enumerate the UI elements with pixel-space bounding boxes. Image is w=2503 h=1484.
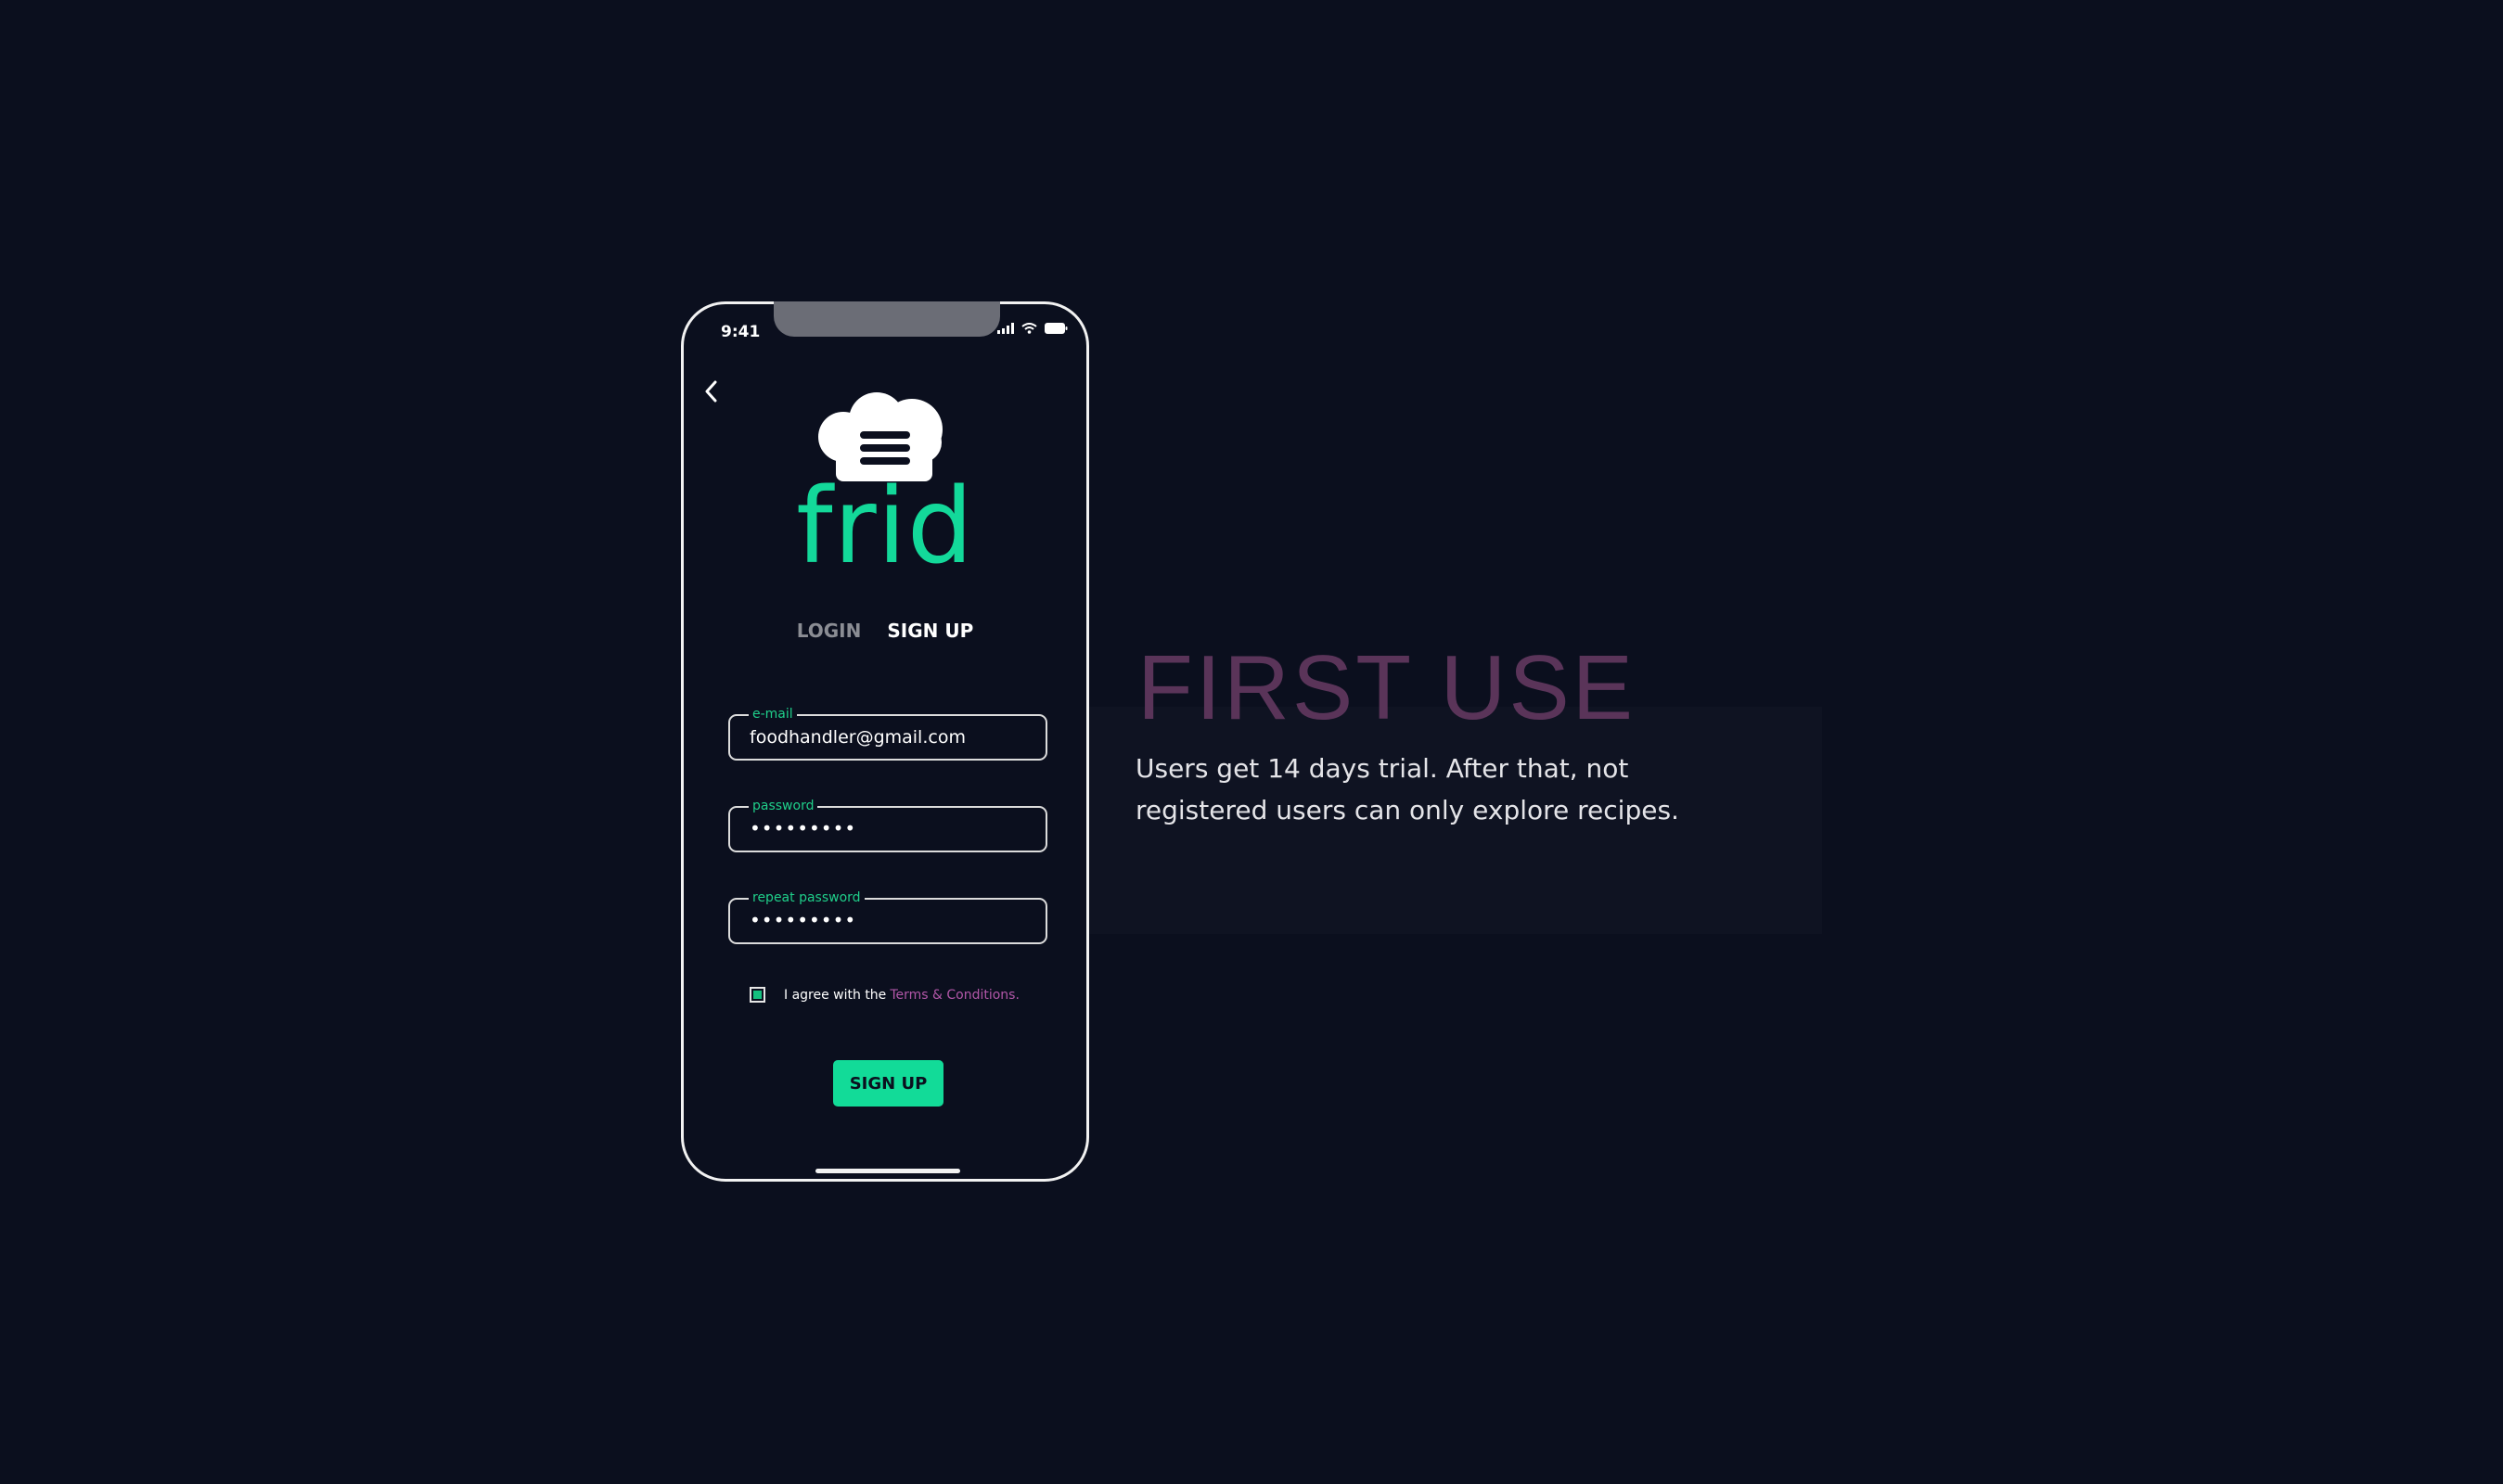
auth-tabs: LOGIN SIGN UP: [684, 620, 1086, 642]
email-label: e-mail: [749, 707, 797, 722]
logo-wordmark: frid: [796, 467, 974, 578]
back-button[interactable]: [695, 374, 726, 409]
password-label: password: [749, 799, 818, 813]
section-title: FIRST USE: [1137, 636, 1637, 738]
terms-link[interactable]: Terms & Conditions.: [890, 988, 1020, 1003]
frid-logo: frid: [786, 383, 984, 587]
email-value: foodhandler@gmail.com: [750, 727, 966, 748]
status-icons: [997, 320, 1068, 338]
signup-button[interactable]: SIGN UP: [833, 1060, 943, 1107]
repeat-password-field[interactable]: repeat password •••••••••: [728, 890, 1047, 944]
phone-notch: [774, 301, 1000, 337]
battery-icon: [1045, 320, 1068, 338]
tab-signup[interactable]: SIGN UP: [887, 620, 973, 642]
terms-checkbox[interactable]: [750, 987, 765, 1003]
email-field[interactable]: e-mail foodhandler@gmail.com: [728, 707, 1047, 761]
cellular-signal-icon: [997, 320, 1014, 338]
checkbox-checked-mark: [753, 991, 762, 999]
terms-agreement: I agree with the Terms & Conditions.: [750, 987, 1020, 1003]
terms-text: I agree with the: [784, 987, 887, 1003]
phone-mockup: 9:41 frid LOGIN SIGN UP e-mail foodhandl…: [681, 301, 1089, 1182]
repeat-password-label: repeat password: [749, 890, 865, 905]
password-value: •••••••••: [750, 817, 857, 839]
section-description: Users get 14 days trial. After that, not…: [1136, 753, 1679, 825]
status-time: 9:41: [721, 323, 761, 341]
chevron-left-icon: [705, 380, 717, 403]
repeat-password-value: •••••••••: [750, 909, 857, 931]
tab-login[interactable]: LOGIN: [797, 620, 862, 642]
password-field[interactable]: password •••••••••: [728, 799, 1047, 852]
home-indicator: [815, 1169, 960, 1173]
wifi-icon: [1021, 320, 1037, 338]
